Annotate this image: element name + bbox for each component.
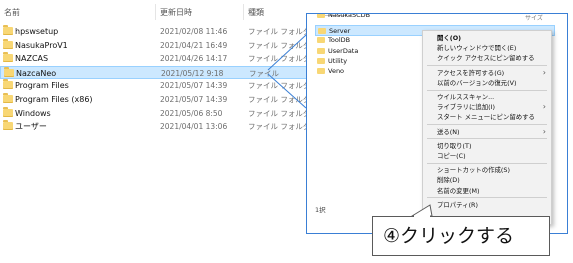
context-menu: 開く(O) 新しいウィンドウで開く(E) クイック アクセスにピン留めする アクセスを… [422,30,552,225]
folder-icon [3,38,13,49]
menu-item[interactable]: プロパティ(R) [437,200,478,210]
folder-icon [317,14,325,18]
menu-item[interactable]: 送る(N) [437,127,460,137]
file-row[interactable]: NasukaProV1 2021/04/21 16:49 ファイル フォルダー [0,38,318,53]
folder-icon [318,28,326,35]
popup-folder-row[interactable]: Veno [315,66,415,77]
menu-item[interactable]: 開く(O) [437,33,461,43]
column-header-name[interactable]: 名前 [4,6,20,20]
file-date: 2021/05/07 14:39 [160,81,228,91]
file-name: NasukaProV1 [15,40,68,50]
menu-item[interactable]: 名前の変更(M) [437,186,479,196]
menu-separator [427,124,547,126]
folder-icon [317,57,325,64]
menu-item[interactable]: コピー(C) [437,151,466,161]
folder-icon [3,93,13,103]
menu-item[interactable]: ショートカットの作成(S) [437,165,510,175]
folder-name: Veno [328,67,345,75]
file-row[interactable]: NAZCAS 2021/04/26 14:17 ファイル フォルダー [0,52,318,66]
popup-folder-row[interactable]: ToolDB [315,35,415,46]
file-date: 2021/02/08 11:46 [160,27,228,36]
folder-icon [3,25,13,35]
file-name: Program Files (x86) [15,95,93,104]
folder-icon [317,68,325,74]
menu-separator [427,65,547,67]
column-divider[interactable] [243,4,244,20]
callout-text: ④クリックする [383,225,515,247]
item-count: 1択 [315,206,326,214]
folder-icon [317,47,325,54]
file-row[interactable]: Program Files (x86) 2021/05/07 14:39 ファイル … [0,93,318,107]
folder-icon [3,79,13,90]
menu-item[interactable]: 切り取り(T) [437,141,471,151]
file-date: 2021/05/12 9:18 [161,68,224,78]
popup-folder-row[interactable]: NasukaSCDB [315,13,415,21]
column-header-date[interactable]: 更新日時 [160,6,192,20]
file-date: 2021/04/26 14:17 [160,54,228,64]
menu-item[interactable]: 新しいウィンドウで開く(E) [437,43,516,53]
menu-item[interactable]: 削除(D) [437,175,460,185]
menu-item[interactable]: スタート メニューにピン留めする [437,112,535,122]
submenu-arrow-icon: › [542,102,546,112]
folder-icon [3,52,13,63]
folder-name: UserData [328,46,359,55]
submenu-arrow-icon: › [542,67,546,77]
file-name: NAZCAS [15,54,49,64]
folder-name: Utility [328,56,348,65]
popup-header-size[interactable]: サイズ [525,14,543,24]
folder-icon [317,37,325,44]
folder-icon [4,66,14,77]
menu-item[interactable]: 以前のバージョンの復元(V) [437,78,517,88]
file-name: ユーザー [15,122,47,132]
menu-item[interactable]: ライブラリに追加(I) [437,102,495,112]
file-row[interactable]: hpswsetup 2021/02/08 11:46 ファイル フォルダー [0,25,318,39]
menu-separator [427,138,547,140]
file-row[interactable]: Windows 2021/05/06 8:50 ファイル フォルダー [0,106,318,121]
file-row[interactable]: ユーザー 2021/04/01 13:06 ファイル フォルダー [0,120,318,134]
menu-separator [427,162,547,164]
file-name: hpswsetup [15,27,59,36]
column-divider[interactable] [155,4,156,20]
zoomed-explorer-window: ‾‾‾‾‾‾‾‾‾‾ サイズ NasukaSCDB Server ToolDB Use… [306,13,568,234]
menu-separator [427,89,547,91]
file-date: 2021/05/07 14:39 [160,95,228,104]
menu-item[interactable]: クイック アクセスにピン留めする [437,53,535,63]
submenu-arrow-icon: › [542,126,546,136]
file-date: 2021/04/01 13:06 [160,122,228,132]
menu-item[interactable]: アクセスを許可する(G) [437,68,504,78]
file-type: ファイル [249,68,279,78]
column-header-type[interactable]: 種類 [248,6,264,20]
file-date: 2021/05/06 8:50 [160,108,223,118]
menu-separator [427,197,547,199]
folder-name: NasukaSCDB [328,13,371,19]
folder-name: ToolDB [328,36,351,45]
popup-folder-row[interactable]: UserData [315,46,415,57]
folder-icon [3,106,13,117]
file-name: Program Files [15,81,69,91]
file-date: 2021/04/21 16:49 [160,40,228,50]
file-name: Windows [15,108,51,118]
file-row[interactable]: Program Files 2021/05/07 14:39 ファイル フォルダー [0,79,318,93]
folder-icon [3,120,13,131]
file-name: NazcaNeo [16,68,57,78]
popup-folder-row[interactable]: Utility [315,56,415,67]
file-row[interactable]: NazcaNeo 2021/05/12 9:18 ファイル [0,65,318,80]
menu-item[interactable]: ウイルススキャン... [437,92,494,102]
instruction-callout: ④クリックする [372,216,550,256]
